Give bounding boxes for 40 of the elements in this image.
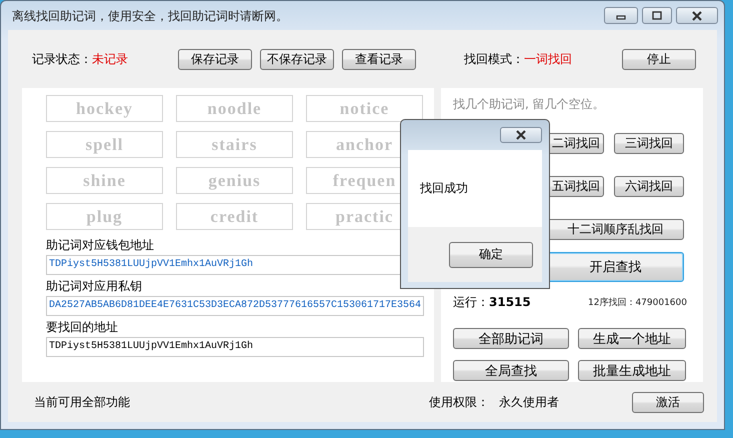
dialog-message: 找回成功 xyxy=(420,180,468,197)
license-label: 使用权限： xyxy=(429,394,489,410)
record-status-label: 记录状态： xyxy=(32,50,92,68)
order-label: 12序找回： xyxy=(588,298,636,308)
record-status-value: 未记录 xyxy=(92,50,128,68)
close-button[interactable] xyxy=(676,7,718,24)
close-icon xyxy=(514,130,528,140)
order-value: 479001600 xyxy=(635,298,687,308)
record-button[interactable]: 保存记录 xyxy=(178,48,252,70)
maximize-icon xyxy=(651,10,663,20)
recover-button[interactable]: 开启查找 xyxy=(547,252,684,282)
field-label: 助记词对应钱包地址 xyxy=(46,237,155,254)
action-button[interactable]: 批量生成地址 xyxy=(578,360,686,381)
record-button[interactable]: 查看记录 xyxy=(342,48,416,70)
status-text: 当前可用全部功能 xyxy=(34,394,131,410)
action-button[interactable]: 全部助记词 xyxy=(453,328,569,349)
action-button[interactable]: 生成一个地址 xyxy=(578,328,686,349)
run-count: 31515 xyxy=(489,295,531,309)
field-label: 助记词对应用私钥 xyxy=(46,278,143,295)
license-value: 永久使用者 xyxy=(499,394,559,410)
output-field[interactable]: DA2527AB5AB6D81DEE4E7631C53D3ECA872D53777616557C153061717E3564 xyxy=(46,296,424,316)
hint-text: 找几个助记词, 留几个空位。 xyxy=(453,96,606,113)
mode-label: 找回模式： xyxy=(464,50,524,68)
run-label: 运行： xyxy=(453,295,489,309)
record-button[interactable]: 不保存记录 xyxy=(260,48,334,70)
activate-button[interactable]: 激活 xyxy=(632,392,704,412)
maximize-button[interactable] xyxy=(642,7,672,24)
recover-button[interactable]: 三词找回 xyxy=(614,133,684,154)
recover-button[interactable]: 十二词顺序乱找回 xyxy=(547,219,684,240)
stop-button[interactable]: 停止 xyxy=(622,48,696,70)
minimize-button[interactable] xyxy=(604,7,638,24)
field-label: 要找回的地址 xyxy=(46,319,119,336)
mode-value: 一词找回 xyxy=(524,50,572,68)
window-title: 离线找回助记词，使用安全，找回助记词时请断网。 xyxy=(12,8,288,25)
close-button[interactable] xyxy=(500,127,542,143)
action-button[interactable]: 全局查找 xyxy=(453,360,569,381)
address-input-field[interactable]: TDPiyst5H5381LUUjpVV1Emhx1AuVRj1Gh xyxy=(46,337,424,357)
recover-button[interactable]: 六词找回 xyxy=(614,176,684,197)
ok-button[interactable]: 确定 xyxy=(449,242,533,268)
close-icon xyxy=(690,10,704,20)
